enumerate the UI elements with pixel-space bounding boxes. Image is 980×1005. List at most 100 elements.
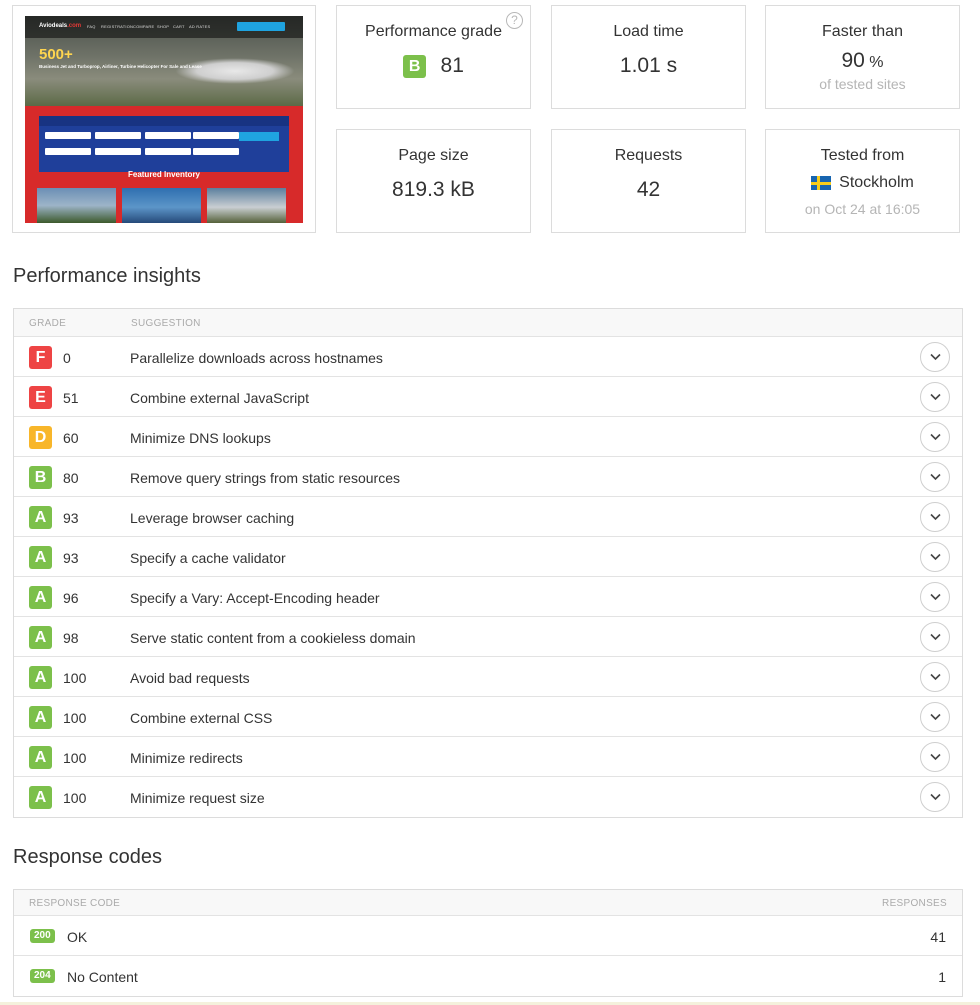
insight-score: 100 (63, 750, 87, 766)
requests-card: Requests 42 (551, 129, 746, 233)
expand-button[interactable] (920, 782, 950, 812)
insight-suggestion: Remove query strings from static resourc… (130, 470, 400, 486)
screenshot-nav-button (237, 22, 285, 31)
insight-row[interactable]: A 100 Minimize request size (14, 777, 962, 817)
expand-button[interactable] (920, 702, 950, 732)
insight-suggestion: Minimize DNS lookups (130, 430, 271, 446)
insight-row[interactable]: A 98 Serve static content from a cookieles… (14, 617, 962, 657)
screenshot-aircraft-photo (37, 188, 116, 223)
load-time-label: Load time (613, 23, 684, 40)
response-codes-header: RESPONSE CODE RESPONSES (14, 890, 962, 916)
screenshot-nav-item: COMPARE (133, 24, 155, 29)
screenshot-nav-item: AD RATES (189, 24, 211, 29)
performance-insights-title: Performance insights (13, 265, 201, 287)
expand-button[interactable] (920, 502, 950, 532)
insight-row[interactable]: A 96 Specify a Vary: Accept-Encoding heade… (14, 577, 962, 617)
screenshot-field (95, 132, 141, 139)
screenshot-jet-image (175, 58, 295, 84)
insight-suggestion: Specify a Vary: Accept-Encoding header (130, 590, 380, 606)
screenshot-nav-item: CART (173, 24, 185, 29)
expand-button[interactable] (920, 422, 950, 452)
faster-than-card: Faster than 90 % of tested sites (765, 5, 960, 109)
insight-row[interactable]: F 0 Parallelize downloads across hostnames (14, 337, 962, 377)
performance-grade-row: B 81 (337, 54, 530, 78)
insight-row[interactable]: B 80 Remove query strings from static reso… (14, 457, 962, 497)
screenshot-subline: Business Jet and Turboprop, Airliner, Tu… (39, 64, 202, 69)
insight-row[interactable]: A 100 Minimize redirects (14, 737, 962, 777)
screenshot-field (45, 132, 91, 139)
tested-from-card: Tested from Stockholm on Oct 24 at 16:05 (765, 129, 960, 233)
screenshot-headline: 500+ (39, 46, 73, 63)
insight-score: 80 (63, 470, 79, 486)
screenshot-search-button (239, 132, 279, 141)
chevron-down-icon (930, 553, 941, 561)
insight-score: 100 (63, 790, 87, 806)
question-circle-icon[interactable]: ? (506, 12, 523, 29)
insight-row[interactable]: A 100 Avoid bad requests (14, 657, 962, 697)
insight-suggestion: Parallelize downloads across hostnames (130, 350, 383, 366)
expand-button[interactable] (920, 662, 950, 692)
chevron-down-icon (930, 353, 941, 361)
expand-button[interactable] (920, 462, 950, 492)
grade-badge: A (29, 786, 52, 809)
chevron-down-icon (930, 393, 941, 401)
insight-suggestion: Combine external JavaScript (130, 390, 309, 406)
insight-row[interactable]: A 100 Combine external CSS (14, 697, 962, 737)
grade-badge: A (29, 506, 52, 529)
grade-badge: D (29, 426, 52, 449)
insight-row[interactable]: A 93 Specify a cache validator (14, 537, 962, 577)
load-time-card: Load time 1.01 s (551, 5, 746, 109)
sweden-flag-icon (811, 176, 832, 190)
insight-suggestion: Specify a cache validator (130, 550, 286, 566)
insights-table-header: GRADE SUGGESTION (14, 309, 962, 337)
status-code-badge: 204 (30, 969, 55, 983)
performance-score: 81 (440, 54, 464, 77)
insight-suggestion: Combine external CSS (130, 710, 273, 726)
grade-badge: B (29, 466, 52, 489)
insight-score: 60 (63, 430, 79, 446)
insight-score: 93 (63, 550, 79, 566)
response-codes-title: Response codes (13, 846, 162, 868)
screenshot-nav-item: SHOP (157, 24, 170, 29)
expand-button[interactable] (920, 742, 950, 772)
status-code-text: No Content (67, 969, 138, 985)
insight-suggestion: Serve static content from a cookieless d… (130, 630, 416, 646)
grade-badge: A (29, 586, 52, 609)
screenshot-nav-item: REGISTRATION (101, 24, 134, 29)
insight-row[interactable]: E 51 Combine external JavaScript (14, 377, 962, 417)
responses-column-header: RESPONSES (882, 898, 947, 909)
expand-button[interactable] (920, 542, 950, 572)
load-time-value: 1.01 s (619, 54, 678, 77)
expand-button[interactable] (920, 582, 950, 612)
response-count: 41 (930, 929, 946, 945)
grade-badge: A (29, 706, 52, 729)
faster-than-label: Faster than (822, 23, 903, 40)
response-code-row: 200 OK 41 (14, 916, 962, 956)
screenshot-featured-heading: Featured Inventory (127, 170, 200, 179)
insight-score: 98 (63, 630, 79, 646)
performance-grade-label: Performance grade (365, 23, 502, 40)
insight-score: 51 (63, 390, 79, 406)
insight-score: 93 (63, 510, 79, 526)
tested-from-location: Stockholm (839, 174, 914, 191)
grade-badge: F (29, 346, 52, 369)
status-code-badge: 200 (30, 929, 55, 943)
grade-badge: B (403, 54, 427, 78)
response-codes-table: RESPONSE CODE RESPONSES 200 OK 41 204 No Con… (13, 889, 963, 997)
chevron-down-icon (930, 753, 941, 761)
faster-than-unit: % (869, 54, 884, 71)
insight-row[interactable]: D 60 Minimize DNS lookups (14, 417, 962, 457)
expand-button[interactable] (920, 382, 950, 412)
tested-from-time: on Oct 24 at 16:05 (804, 201, 921, 218)
page-size-label: Page size (398, 147, 469, 164)
screenshot-panel-header (39, 116, 289, 126)
chevron-down-icon (930, 473, 941, 481)
expand-button[interactable] (920, 622, 950, 652)
expand-button[interactable] (920, 342, 950, 372)
grade-badge: A (29, 546, 52, 569)
performance-grade-card: ? Performance grade B 81 (336, 5, 531, 109)
screenshot-field (145, 148, 191, 155)
insights-table: GRADE SUGGESTION F 0 Parallelize downloads… (13, 308, 963, 818)
insight-row[interactable]: A 93 Leverage browser caching (14, 497, 962, 537)
screenshot-field (95, 148, 141, 155)
